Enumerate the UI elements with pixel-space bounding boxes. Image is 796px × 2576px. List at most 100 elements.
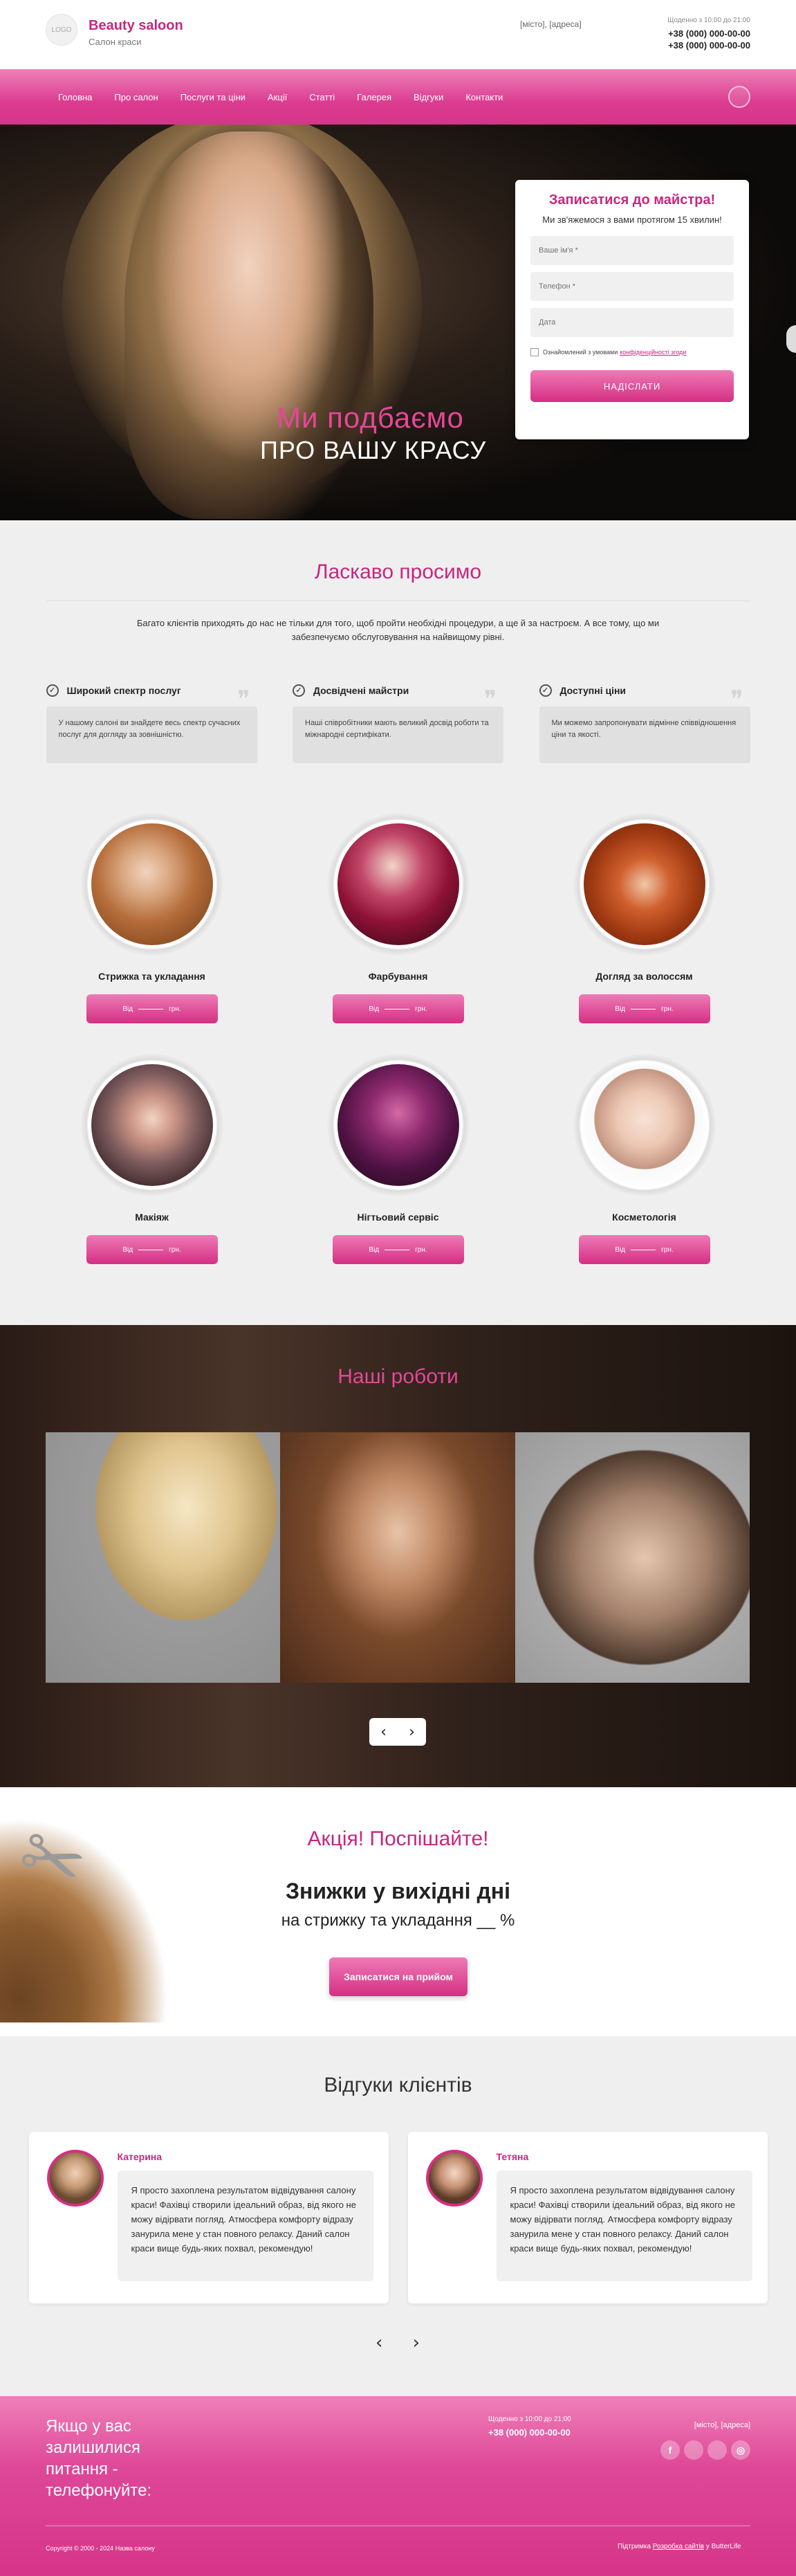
footer-callout: Якщо у вас залишилися питання - телефону… <box>46 2417 152 2500</box>
reviews-section: Відгуки клієнтів Катерина Я просто захоп… <box>0 2036 796 2396</box>
service-price-button[interactable]: Від грн. <box>86 1235 218 1264</box>
avatar <box>46 2150 104 2207</box>
search-icon[interactable] <box>728 86 750 108</box>
review-text: Я просто захоплена результатом відвідува… <box>117 2171 373 2281</box>
features: ✓ Широкий спектр послуг ❞ У нашому салон… <box>46 684 750 763</box>
chevron-right-icon[interactable]: › <box>413 2332 420 2353</box>
agree-link[interactable]: конфіденційності згоди <box>620 349 686 356</box>
service-name: Косметологія <box>612 1212 676 1223</box>
nav-articles[interactable]: Статті <box>309 92 335 102</box>
feature-title: Широкий спектр послуг <box>66 685 181 696</box>
copyright: Copyright © 2000 - 2024 Назва салону <box>46 2545 155 2552</box>
agree-checkbox[interactable] <box>530 348 539 356</box>
works-section: Наші роботи ‹ › <box>0 1325 796 1787</box>
review-card: Катерина Я просто захоплена результатом … <box>28 2132 389 2303</box>
nav-promos[interactable]: Акції <box>268 92 287 102</box>
nav-contacts[interactable]: Контакти <box>465 92 503 102</box>
dev-label: Підтримка <box>618 2543 651 2550</box>
feature-head: ✓ Досвідчені майстри <box>293 684 503 697</box>
service-price-button[interactable]: Від грн. <box>578 994 710 1023</box>
review-author: Тетяна <box>496 2151 529 2162</box>
brand-title[interactable]: Beauty saloon <box>89 18 183 34</box>
header-phone-1[interactable]: +38 (000) 000-00-00 <box>667 28 750 39</box>
service-price-button[interactable]: Від грн. <box>578 1235 710 1264</box>
feature-item: ✓ Широкий спектр послуг ❞ У нашому салон… <box>46 684 257 763</box>
gallery-image[interactable] <box>46 1432 281 1683</box>
promo-image <box>0 1787 194 2022</box>
promo-section: ✂ Акція! Поспішайте! Знижки у вихідні дн… <box>0 1787 796 2036</box>
service-price-button[interactable]: Від грн. <box>332 994 464 1023</box>
agree-row: Ознайомлений з умовами конфіденційності … <box>530 348 734 356</box>
check-icon: ✓ <box>46 684 59 697</box>
footer-phone[interactable]: +38 (000) 000-00-00 <box>488 2427 571 2438</box>
service-frame <box>325 812 471 957</box>
service-name: Фарбування <box>368 971 428 982</box>
book-appointment-button[interactable]: Записатися на прийом <box>329 1957 468 1996</box>
facebook-icon[interactable]: f <box>660 2440 680 2460</box>
header-hours: Щоденно з 10:00 до 21:00 <box>667 17 750 24</box>
form-title: Записатися до майстра! <box>548 192 716 208</box>
price-from: Від <box>122 1245 133 1254</box>
header-address: [місто], [адреса] <box>520 19 582 29</box>
service-image[interactable] <box>91 823 213 945</box>
chevron-right-icon[interactable]: › <box>398 1718 426 1746</box>
nav-services[interactable]: Послуги та ціни <box>181 92 246 102</box>
feature-title: Досвідчені майстри <box>313 685 409 696</box>
review-author: Катерина <box>117 2151 163 2162</box>
nav-home[interactable]: Головна <box>58 92 92 102</box>
side-tab[interactable] <box>786 325 796 353</box>
feature-item: ✓ Досвідчені майстри ❞ Наші співробітник… <box>293 684 503 763</box>
service-image[interactable] <box>583 1064 705 1186</box>
main-nav: Головна Про салон Послуги та ціни Акції … <box>0 69 796 125</box>
welcome-title: Ласкаво просимо <box>314 560 482 583</box>
price-currency: грн. <box>415 1245 427 1254</box>
nav-reviews[interactable]: Відгуки <box>414 92 443 102</box>
service-price-button[interactable]: Від грн. <box>86 994 218 1023</box>
feature-head: ✓ Доступні ціни <box>539 684 750 697</box>
social-links: f ◎ <box>656 2440 750 2460</box>
header-phone-2[interactable]: +38 (000) 000-00-00 <box>667 40 750 51</box>
phone-input[interactable] <box>530 272 734 301</box>
check-icon: ✓ <box>293 684 305 697</box>
chevron-left-icon[interactable]: ‹ <box>369 1718 398 1746</box>
agree-text: Ознайомлений з умовами <box>543 349 618 356</box>
name-input[interactable] <box>530 236 734 265</box>
feature-title: Доступні ціни <box>559 685 627 696</box>
submit-button[interactable]: НАДІСЛАТИ <box>530 370 734 402</box>
hero-subheadline: ПРО ВАШУ КРАСУ <box>260 436 487 464</box>
date-input[interactable] <box>530 308 734 337</box>
chevron-left-icon[interactable]: ‹ <box>376 2332 382 2353</box>
price-currency: грн. <box>415 1005 427 1013</box>
service-image[interactable] <box>337 1064 459 1186</box>
header-contacts: Щоденно з 10:00 до 21:00 +38 (000) 000-0… <box>667 17 750 51</box>
review-text: Я просто захоплена результатом відвідува… <box>496 2171 752 2281</box>
nav-about[interactable]: Про салон <box>114 92 158 102</box>
service-name: Догляд за волоссям <box>595 971 693 982</box>
price-currency: грн. <box>169 1005 181 1013</box>
social-icon[interactable] <box>707 2440 727 2460</box>
price-from: Від <box>122 1005 133 1013</box>
reviews-list: Катерина Я просто захоплена результатом … <box>28 2132 768 2303</box>
dev-link[interactable]: Розробка сайтів <box>653 2543 704 2550</box>
service-frame <box>79 1052 225 1198</box>
logo[interactable]: LOGO <box>46 14 77 46</box>
social-icon[interactable] <box>684 2440 703 2460</box>
hero-headline: Ми подбаємо <box>277 401 464 434</box>
nav-gallery[interactable]: Галерея <box>357 92 391 102</box>
service-name: Макіяж <box>135 1212 169 1223</box>
instagram-icon[interactable]: ◎ <box>731 2440 750 2460</box>
gallery-image[interactable] <box>280 1432 515 1683</box>
feature-box: ❞ Ми можемо запропонувати відмінне співв… <box>539 688 750 763</box>
service-price-button[interactable]: Від грн. <box>332 1235 464 1264</box>
service-image[interactable] <box>91 1064 213 1186</box>
developer-credit: Підтримка Розробка сайтів у ButterLife <box>618 2542 749 2552</box>
service-image[interactable] <box>583 823 705 945</box>
service-name: Нігтьовий сервіс <box>357 1212 439 1223</box>
quote-icon: ❞ <box>237 686 250 713</box>
avatar <box>425 2150 483 2207</box>
service-image[interactable] <box>337 823 459 945</box>
service-card: Нігтьовий сервіс Від грн. <box>293 1052 504 1264</box>
service-card: Стрижка та укладання Від грн. <box>46 812 258 1023</box>
gallery-image[interactable] <box>515 1432 750 1683</box>
feature-item: ✓ Доступні ціни ❞ Ми можемо запропонуват… <box>539 684 750 763</box>
